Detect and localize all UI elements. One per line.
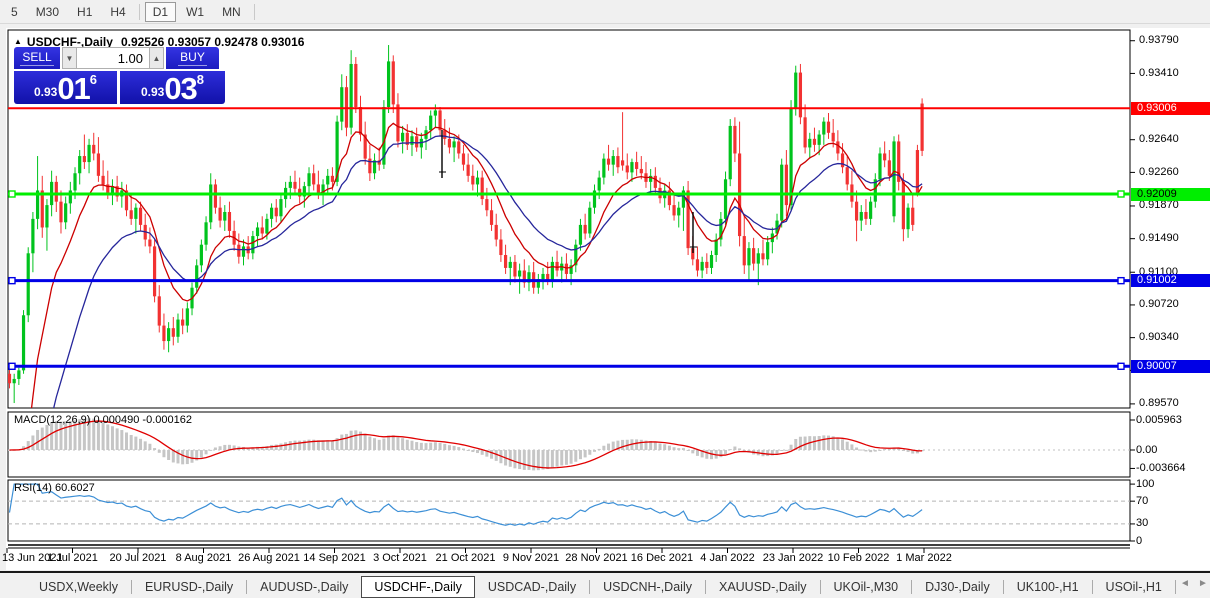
date-axis-label: 8 Aug 2021: [170, 552, 238, 564]
buy-price-pips: 8: [197, 72, 204, 87]
date-axis-label: 16 Dec 2021: [628, 552, 696, 564]
date-axis-label: 28 Nov 2021: [563, 552, 631, 564]
volume-input[interactable]: [77, 47, 149, 69]
price-axis-tick-label: 0.92260: [1139, 166, 1179, 178]
price-axis-tick-label: 0.90340: [1139, 331, 1179, 343]
date-axis-label: 20 Jul 2021: [104, 552, 172, 564]
price-axis-tick-label: 0.93790: [1139, 34, 1179, 46]
trade-prices-row: 0.93 01 6 0.93 03 8: [14, 71, 227, 104]
chart-tab-uk100-h1[interactable]: UK100-,H1: [1004, 577, 1092, 597]
tabs-scroll-right-icon[interactable]: ►: [1198, 578, 1208, 589]
date-axis-label: 1 Jul 2021: [39, 552, 107, 564]
buy-price-panel[interactable]: 0.93 03 8: [120, 71, 225, 104]
buy-price-big: 03: [164, 75, 196, 102]
macd-axis-label: 0.00: [1136, 444, 1157, 456]
price-axis-tick-label: 0.91490: [1139, 232, 1179, 244]
sell-button[interactable]: SELL: [14, 47, 60, 69]
rsi-axis-label: 100: [1136, 478, 1154, 490]
price-level-badge: 0.93006: [1131, 102, 1210, 115]
rsi-indicator-label: RSI(14) 60.6027: [14, 482, 95, 494]
price-axis-tick-label: 0.92640: [1139, 133, 1179, 145]
mt4-window: 5M30H1H4D1W1MN 0.937900.934100.926400.92…: [0, 0, 1210, 598]
price-axis-tick-label: 0.93410: [1139, 67, 1179, 79]
price-axis-tick-label: 0.91870: [1139, 199, 1179, 211]
chart-tab-usdchf-daily[interactable]: USDCHF-,Daily: [361, 576, 475, 598]
price-axis-tick-label: 0.89570: [1139, 397, 1179, 409]
chart-tab-dj30-daily[interactable]: DJ30-,Daily: [912, 577, 1003, 597]
macd-axis-label: -0.003664: [1136, 462, 1186, 474]
volume-increase-button[interactable]: ▲: [149, 47, 164, 69]
date-axis-label: 1 Mar 2022: [890, 552, 958, 564]
chart-tab-usdx-weekly[interactable]: USDX,Weekly: [26, 577, 131, 597]
sell-price-prefix: 0.93: [34, 85, 57, 99]
rsi-axis-label: 30: [1136, 517, 1148, 529]
collapse-arrow-icon[interactable]: ▲: [14, 37, 22, 46]
rsi-axis-label: 0: [1136, 535, 1142, 547]
chart-tab-eurusd-daily[interactable]: EURUSD-,Daily: [132, 577, 246, 597]
chart-tab-audusd-daily[interactable]: AUDUSD-,Daily: [247, 577, 361, 597]
price-level-badge: 0.92009: [1131, 188, 1210, 201]
sell-price-panel[interactable]: 0.93 01 6: [14, 71, 117, 104]
sell-price-big: 01: [57, 75, 89, 102]
date-axis-label: 23 Jan 2022: [759, 552, 827, 564]
date-axis-label: 9 Nov 2021: [497, 552, 565, 564]
one-click-trade-panel: SELL ▼ ▲ BUY 0.93 01 6 0.93 03 8: [14, 47, 227, 104]
buy-button[interactable]: BUY: [166, 47, 219, 69]
spin-up-icon: ▲: [153, 54, 161, 63]
price-level-badge: 0.91002: [1131, 274, 1210, 287]
macd-axis-label: 0.005963: [1136, 414, 1182, 426]
date-axis-label: 14 Sep 2021: [301, 552, 369, 564]
tabs-scroll-left-icon[interactable]: ◄: [1180, 578, 1190, 589]
date-axis-label: 4 Jan 2022: [694, 552, 762, 564]
date-axis-label: 21 Oct 2021: [432, 552, 500, 564]
chart-tab-ukoil-m30[interactable]: UKOil-,M30: [821, 577, 912, 597]
date-axis-label: 3 Oct 2021: [366, 552, 434, 564]
date-axis-label: 26 Aug 2021: [235, 552, 303, 564]
sell-price-pips: 6: [90, 72, 97, 87]
chart-tab-bar: USDX,WeeklyEURUSD-,DailyAUDUSD-,DailyUSD…: [0, 571, 1210, 598]
buy-price-prefix: 0.93: [141, 85, 164, 99]
spin-down-icon: ▼: [66, 54, 74, 63]
chart-tab-usdcad-daily[interactable]: USDCAD-,Daily: [475, 577, 589, 597]
chart-tab-usoil-h1[interactable]: USOil-,H1: [1093, 577, 1175, 597]
chart-tab-xauusd-daily[interactable]: XAUUSD-,Daily: [706, 577, 820, 597]
date-axis-label: 10 Feb 2022: [825, 552, 893, 564]
rsi-axis-label: 70: [1136, 495, 1148, 507]
chart-tab-usdcnh-daily[interactable]: USDCNH-,Daily: [590, 577, 705, 597]
volume-decrease-button[interactable]: ▼: [62, 47, 77, 69]
price-axis-tick-label: 0.90720: [1139, 298, 1179, 310]
price-level-badge: 0.90007: [1131, 360, 1210, 373]
macd-indicator-label: MACD(12,26,9) 0.000490 -0.000162: [14, 414, 192, 426]
tab-separator: [1175, 580, 1176, 594]
trade-buttons-row: SELL ▼ ▲ BUY: [14, 47, 227, 69]
